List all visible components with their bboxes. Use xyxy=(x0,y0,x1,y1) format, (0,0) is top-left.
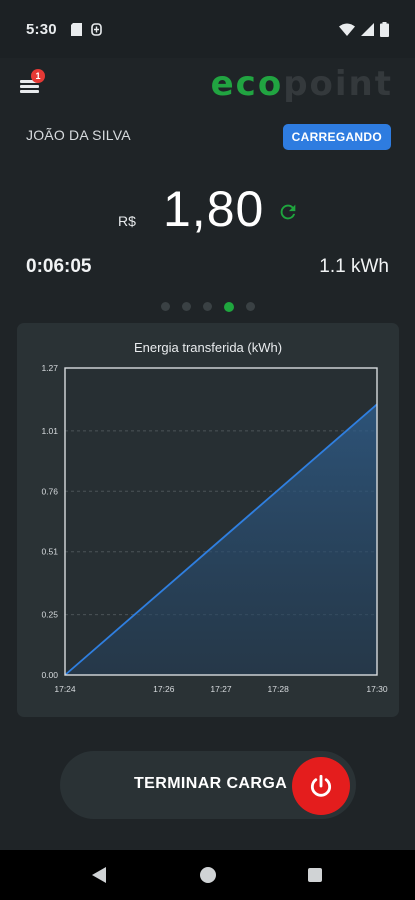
page-dot[interactable] xyxy=(245,302,255,311)
battery-icon xyxy=(380,21,389,37)
app-header: 1 eco point xyxy=(0,58,415,118)
data-saver-icon xyxy=(91,22,102,36)
menu-button[interactable]: 1 xyxy=(18,69,46,100)
page-dot[interactable] xyxy=(181,302,191,311)
charging-status-badge: CARREGANDO xyxy=(282,124,391,150)
stop-charging-bar[interactable]: TERMINAR CARGA xyxy=(60,751,356,819)
power-icon xyxy=(310,774,332,797)
logo-eco-text: eco xyxy=(210,64,284,104)
x-tick-label: 17:27 xyxy=(210,684,232,694)
logo-point-text: point xyxy=(283,64,393,104)
status-icons-left xyxy=(70,22,102,36)
y-tick-label: 1.27 xyxy=(41,363,58,373)
x-tick-label: 17:30 xyxy=(366,684,388,694)
page-dot[interactable] xyxy=(160,302,170,311)
y-tick-label: 0.25 xyxy=(41,610,58,620)
status-icons-right xyxy=(339,21,389,37)
energy-delivered: 1.1 kWh xyxy=(319,256,389,277)
x-tick-label: 17:28 xyxy=(268,684,290,694)
energy-chart: 0.00 0.25 0.51 0.76 1.01 1.27 17:24 17:26 17:27 1… xyxy=(41,363,388,694)
wifi-icon xyxy=(339,23,355,36)
x-tick-label: 17:24 xyxy=(54,684,76,694)
price-value: 1,80 xyxy=(163,181,265,237)
refresh-icon xyxy=(280,204,296,220)
stop-charging-label: TERMINAR CARGA xyxy=(134,775,288,792)
home-icon[interactable] xyxy=(200,867,216,883)
currency-label: R$ xyxy=(118,213,136,229)
back-icon[interactable] xyxy=(92,867,106,883)
page-dot-active[interactable] xyxy=(223,301,234,312)
stop-charging-button[interactable] xyxy=(292,757,350,815)
status-bar: 5:30 xyxy=(0,0,415,58)
charging-duration: 0:06:05 xyxy=(26,256,92,277)
customer-name: JOÃO DA SILVA xyxy=(26,127,131,143)
energy-chart-card: Energia transferida (kWh) 0.00 0.25 0.51 0.… xyxy=(17,323,399,717)
notification-badge: 1 xyxy=(31,69,45,83)
page-dot[interactable] xyxy=(202,302,212,311)
status-time: 5:30 xyxy=(26,20,57,38)
system-nav-bar xyxy=(0,850,415,900)
y-tick-label: 0.00 xyxy=(41,670,58,680)
y-tick-label: 0.51 xyxy=(41,547,58,557)
ecopoint-logo: eco point xyxy=(211,64,393,104)
sd-card-icon xyxy=(70,22,82,36)
page-indicator xyxy=(0,301,415,312)
y-tick-label: 1.01 xyxy=(41,426,58,436)
recent-apps-icon[interactable] xyxy=(308,868,322,882)
y-tick-label: 0.76 xyxy=(41,486,58,496)
refresh-button[interactable] xyxy=(277,201,299,223)
signal-icon xyxy=(361,22,374,36)
x-tick-label: 17:26 xyxy=(153,684,175,694)
